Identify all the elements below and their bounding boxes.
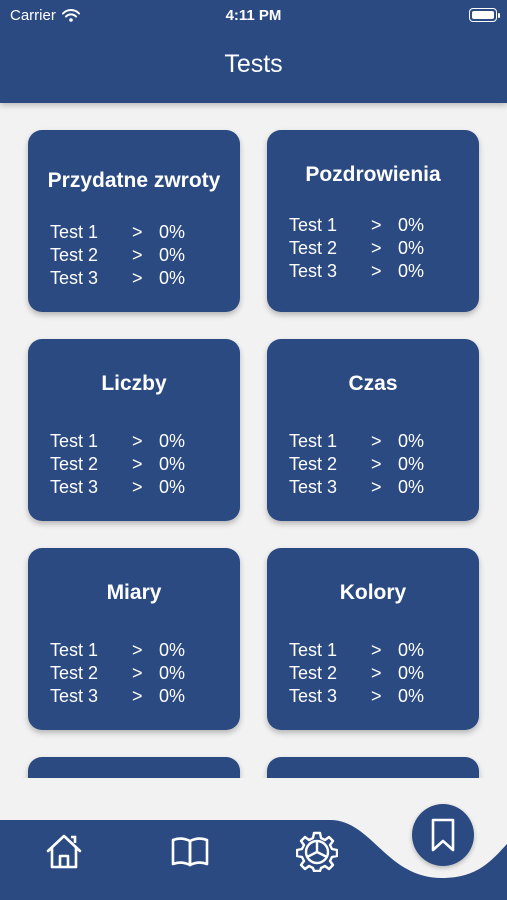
page-title: Tests [224,50,283,78]
category-grid: Przydatne zwroty Test 1 >0% Test 2 >0% Tes… [28,130,479,778]
category-card-partial[interactable] [28,757,240,778]
category-card[interactable]: Przydatne zwroty Test 1 >0% Test 2 >0% Tes… [28,130,240,312]
test-row[interactable]: Test 2 >0% [50,662,185,685]
test-score: 0% [159,640,186,660]
home-icon[interactable] [43,830,85,872]
category-card[interactable]: Miary Test 1 >0% Test 2 >0% Test 3 >0% [28,548,240,730]
test-row[interactable]: Test 1 >0% [50,221,185,244]
test-score: 0% [398,640,425,660]
test-score: 0% [159,222,186,242]
test-row[interactable]: Test 1 >0% [289,214,424,237]
category-title: Miary [106,580,162,604]
test-score: 0% [159,431,186,451]
category-card[interactable]: Kolory Test 1 >0% Test 2 >0% Test 3 >0% [267,548,479,730]
test-row[interactable]: Test 1 >0% [50,430,185,453]
test-score: 0% [159,686,186,706]
test-row[interactable]: Test 2 >0% [50,453,185,476]
battery-icon [469,8,500,22]
test-score: 0% [159,663,186,683]
category-card[interactable]: Czas Test 1 >0% Test 2 >0% Test 3 >0% [267,339,479,521]
test-row[interactable]: Test 1 >0% [289,639,424,662]
test-score: 0% [159,477,186,497]
bookmark-button[interactable] [412,804,474,866]
bookmark-icon [431,818,455,852]
category-card[interactable]: Pozdrowienia Test 1 >0% Test 2 >0% Test 3 >… [267,130,479,312]
category-title: Liczby [101,371,167,395]
header-bar: Carrier 4:11 PM Tests [0,0,507,103]
test-row[interactable]: Test 3 >0% [289,685,424,708]
status-bar: Carrier 4:11 PM [0,0,507,32]
gear-icon[interactable] [296,830,338,872]
test-row[interactable]: Test 2 >0% [50,244,185,267]
test-row[interactable]: Test 1 >0% [289,430,424,453]
category-title: Pozdrowienia [305,162,441,186]
test-row[interactable]: Test 3 >0% [289,260,424,283]
test-score: 0% [159,245,186,265]
test-score: 0% [398,686,425,706]
test-row[interactable]: Test 2 >0% [289,662,424,685]
test-score: 0% [398,261,425,281]
test-score: 0% [398,238,425,258]
category-title: Przydatne zwroty [47,168,221,192]
test-score: 0% [398,477,425,497]
test-row[interactable]: Test 3 >0% [50,685,185,708]
test-row[interactable]: Test 3 >0% [289,476,424,499]
test-score: 0% [398,431,425,451]
test-score: 0% [398,215,425,235]
status-time: 4:11 PM [225,7,282,24]
category-card-partial[interactable] [267,757,479,778]
test-score: 0% [159,268,186,288]
test-row[interactable]: Test 3 >0% [50,267,185,290]
category-title: Czas [348,371,398,395]
category-title: Kolory [339,580,407,604]
tab-bar [0,778,507,900]
book-icon[interactable] [169,830,211,872]
test-row[interactable]: Test 2 >0% [289,237,424,260]
categories-scroll[interactable]: Przydatne zwroty Test 1 >0% Test 2 >0% Tes… [0,103,507,778]
category-card[interactable]: Liczby Test 1 >0% Test 2 >0% Test 3 >0% [28,339,240,521]
test-score: 0% [159,454,186,474]
test-row[interactable]: Test 3 >0% [50,476,185,499]
test-row[interactable]: Test 2 >0% [289,453,424,476]
test-score: 0% [398,663,425,683]
test-row[interactable]: Test 1 >0% [50,639,185,662]
test-score: 0% [398,454,425,474]
